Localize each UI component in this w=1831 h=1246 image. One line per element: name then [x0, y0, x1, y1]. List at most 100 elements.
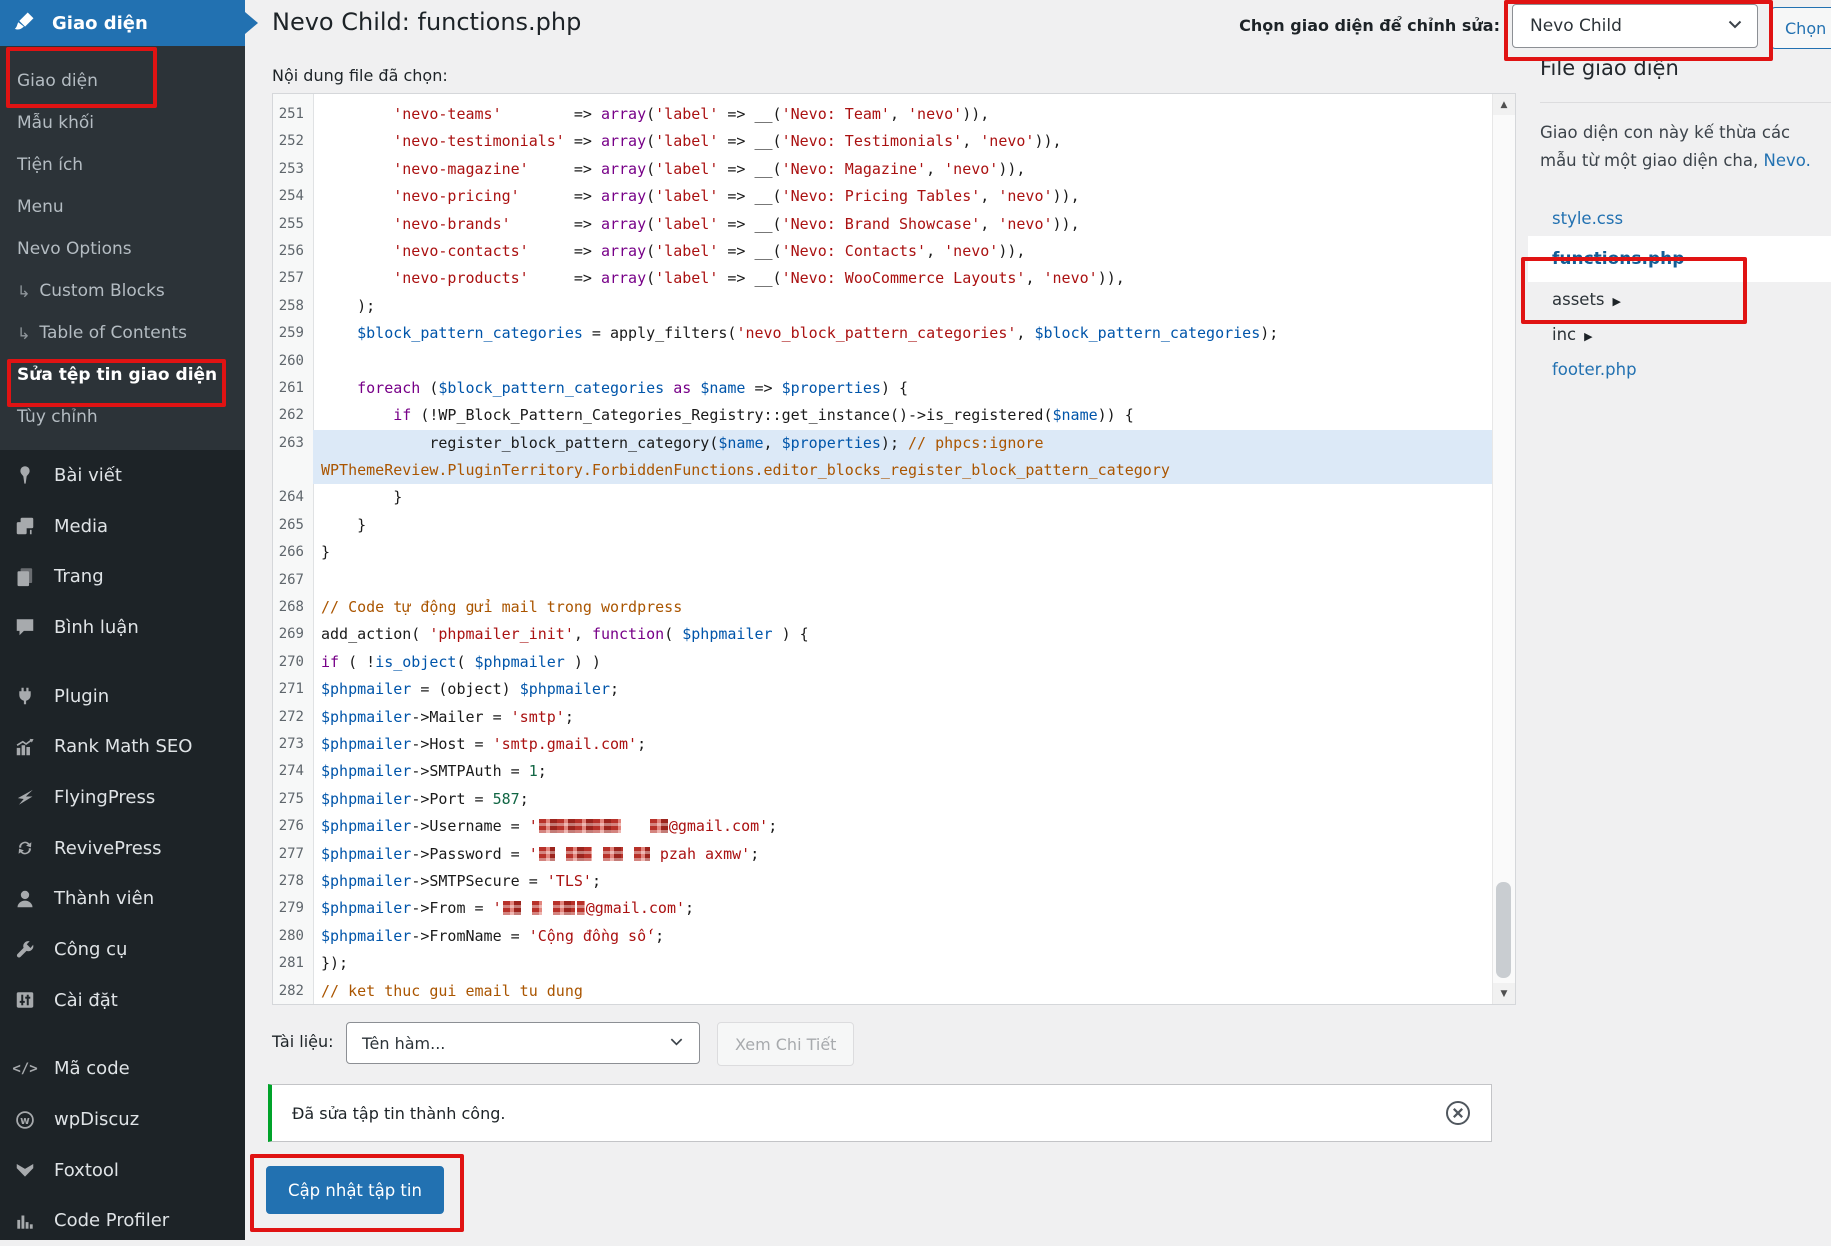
- sidebar-item-cai-dat[interactable]: Cài đặt: [0, 975, 245, 1026]
- appearance-brush-icon: [13, 10, 36, 37]
- sidebar-item-code-profiler[interactable]: Code Profiler: [0, 1196, 245, 1246]
- scrollbar-down-arrow-icon[interactable]: ▼: [1493, 983, 1515, 1004]
- update-file-button[interactable]: Cập nhật tập tin: [266, 1166, 444, 1214]
- sidebar-item-trang[interactable]: Trang: [0, 551, 245, 602]
- parent-theme-link[interactable]: Nevo.: [1764, 151, 1811, 170]
- sidebar-item-label: Foxtool: [54, 1160, 119, 1181]
- dismiss-notice-icon[interactable]: [1445, 1100, 1471, 1126]
- line-number: 269: [273, 621, 313, 648]
- sidebar-item-label: Code Profiler: [54, 1210, 169, 1231]
- sidebar-item-rank-math-seo[interactable]: Rank Math SEO: [0, 721, 245, 772]
- code-line[interactable]: 273$phpmailer->Host = 'smtp.gmail.com';: [273, 731, 1492, 758]
- sidebar-item-foxtool[interactable]: Foxtool: [0, 1145, 245, 1196]
- code-line[interactable]: 257 'nevo-products' => array('label' => …: [273, 265, 1492, 292]
- sidebar-item-binh-luan[interactable]: Bình luận: [0, 602, 245, 653]
- sidebar-item-table-of-contents[interactable]: ↳Table of Contents: [0, 312, 245, 354]
- sidebar-item-giao-dien[interactable]: Giao diện: [0, 60, 245, 102]
- line-number: 259: [273, 320, 313, 347]
- folder-expand-icon[interactable]: ▶: [1613, 295, 1621, 308]
- code-line[interactable]: 269add_action( 'phpmailer_init', functio…: [273, 621, 1492, 648]
- sidebar-item-label: FlyingPress: [54, 787, 155, 808]
- code-line[interactable]: 255 'nevo-brands' => array('label' => __…: [273, 211, 1492, 238]
- code-line-content: );: [313, 293, 1492, 320]
- code-line[interactable]: 258 );: [273, 293, 1492, 320]
- sidebar-item-revivepress[interactable]: RevivePress: [0, 823, 245, 874]
- line-number: 271: [273, 676, 313, 703]
- code-scroll-area[interactable]: 251 'nevo-teams' => array('label' => __(…: [273, 94, 1492, 1004]
- file-item-label: functions.php: [1552, 249, 1684, 269]
- line-number: 279: [273, 895, 313, 922]
- code-line[interactable]: 260: [273, 348, 1492, 375]
- sidebar-item-label: Custom Blocks: [39, 281, 164, 301]
- file-item-assets[interactable]: assets▶: [1540, 282, 1831, 317]
- code-line-content: 'nevo-brands' => array('label' => __('Ne…: [313, 211, 1492, 238]
- code-line[interactable]: 261 foreach ($block_pattern_categories a…: [273, 375, 1492, 402]
- docs-label: Tài liệu:: [272, 1032, 334, 1051]
- code-line-content: 'nevo-magazine' => array('label' => __('…: [313, 156, 1492, 183]
- view-details-button[interactable]: Xem Chi Tiết: [717, 1022, 854, 1066]
- scrollbar-thumb[interactable]: [1496, 882, 1511, 978]
- code-line[interactable]: 252 'nevo-testimonials' => array('label'…: [273, 128, 1492, 155]
- code-line[interactable]: 262 if (!WP_Block_Pattern_Categories_Reg…: [273, 402, 1492, 429]
- code-line[interactable]: 270if ( !is_object( $phpmailer ) ): [273, 649, 1492, 676]
- code-line[interactable]: 256 'nevo-contacts' => array('label' => …: [273, 238, 1492, 265]
- sidebar-item-wpdiscuz[interactable]: wwpDiscuz: [0, 1094, 245, 1145]
- sidebar-item-media[interactable]: Media: [0, 501, 245, 552]
- code-line[interactable]: 280$phpmailer->FromName = 'Cộng đồng số'…: [273, 923, 1492, 950]
- line-number: 281: [273, 950, 313, 977]
- scrollbar-up-arrow-icon[interactable]: ▲: [1493, 94, 1515, 115]
- submenu-arrow-icon: ↳: [17, 282, 30, 301]
- code-line[interactable]: 282// ket thuc gui email tu dung: [273, 978, 1492, 1005]
- sidebar-item-bai-viet[interactable]: Bài viết: [0, 450, 245, 501]
- code-editor[interactable]: 251 'nevo-teams' => array('label' => __(…: [272, 93, 1516, 1005]
- code-line[interactable]: 275$phpmailer->Port = 587;: [273, 786, 1492, 813]
- code-line[interactable]: 251 'nevo-teams' => array('label' => __(…: [273, 101, 1492, 128]
- file-item-label: inc: [1552, 325, 1576, 344]
- code-line[interactable]: 253 'nevo-magazine' => array('label' => …: [273, 156, 1492, 183]
- code-line-content: register_block_pattern_category($name, $…: [313, 430, 1492, 457]
- sidebar-item-menu[interactable]: Menu: [0, 186, 245, 228]
- code-line[interactable]: 264 }: [273, 484, 1492, 511]
- code-line[interactable]: 254 'nevo-pricing' => array('label' => _…: [273, 183, 1492, 210]
- sidebar-item-custom-blocks[interactable]: ↳ Custom Blocks: [0, 270, 245, 312]
- sidebar-item-sua-tep-tin-giao-dien[interactable]: Sửa tệp tin giao diện: [0, 354, 245, 396]
- sidebar-item-nevo-options[interactable]: Nevo Options: [0, 228, 245, 270]
- code-line[interactable]: 268// Code tự động gửi mail trong wordpr…: [273, 594, 1492, 621]
- cycle-icon: [13, 837, 37, 859]
- code-line[interactable]: WPThemeReview.PluginTerritory.ForbiddenF…: [273, 457, 1492, 484]
- code-line[interactable]: 271$phpmailer = (object) $phpmailer;: [273, 676, 1492, 703]
- file-item-functions-php[interactable]: functions.php: [1528, 236, 1831, 282]
- chart-seo-icon: [13, 736, 37, 758]
- file-item-inc[interactable]: inc ▶: [1540, 317, 1831, 352]
- docs-function-select[interactable]: Tên hàm...: [346, 1022, 700, 1064]
- code-line[interactable]: 274$phpmailer->SMTPAuth = 1;: [273, 758, 1492, 785]
- sidebar-item-thanh-vien[interactable]: Thành viên: [0, 874, 245, 925]
- file-item-footer-php[interactable]: footer.php: [1540, 352, 1831, 387]
- file-item-style-css[interactable]: style.css: [1540, 201, 1831, 236]
- comment-icon: [13, 616, 37, 638]
- sidebar-item-flyingpress[interactable]: FlyingPress: [0, 772, 245, 823]
- sidebar-item-tuy-chinh[interactable]: Tùy chỉnh: [0, 396, 245, 438]
- code-line[interactable]: 281});: [273, 950, 1492, 977]
- code-line[interactable]: 267: [273, 567, 1492, 594]
- code-line[interactable]: 279$phpmailer->From = ' @gmail.com';: [273, 895, 1492, 922]
- code-line[interactable]: 266}: [273, 539, 1492, 566]
- code-scrollbar[interactable]: ▲ ▼: [1492, 94, 1515, 1004]
- line-number: 266: [273, 539, 313, 566]
- sidebar-item-plugin[interactable]: Plugin: [0, 671, 245, 722]
- code-line-content: 'nevo-teams' => array('label' => __('Nev…: [313, 101, 1492, 128]
- code-lines[interactable]: 251 'nevo-teams' => array('label' => __(…: [273, 94, 1492, 1004]
- sidebar-item-ma-code[interactable]: </>Mã code: [0, 1044, 245, 1095]
- code-line[interactable]: 263 register_block_pattern_category($nam…: [273, 430, 1492, 457]
- sidebar-item-appearance[interactable]: Giao diện: [0, 0, 245, 46]
- code-line[interactable]: 265 }: [273, 512, 1492, 539]
- code-line[interactable]: 276$phpmailer->Username = ' @gmail.com';: [273, 813, 1492, 840]
- sidebar-item-tien-ich[interactable]: Tiện ích: [0, 144, 245, 186]
- sidebar-item-mau-khoi[interactable]: Mẫu khối: [0, 102, 245, 144]
- code-line[interactable]: 277$phpmailer->Password = ' pzah axmw';: [273, 841, 1492, 868]
- code-line[interactable]: 278$phpmailer->SMTPSecure = 'TLS';: [273, 868, 1492, 895]
- folder-expand-icon[interactable]: ▶: [1584, 330, 1592, 343]
- sidebar-item-cong-cu[interactable]: Công cụ: [0, 924, 245, 975]
- code-line[interactable]: 259 $block_pattern_categories = apply_fi…: [273, 320, 1492, 347]
- code-line[interactable]: 272$phpmailer->Mailer = 'smtp';: [273, 704, 1492, 731]
